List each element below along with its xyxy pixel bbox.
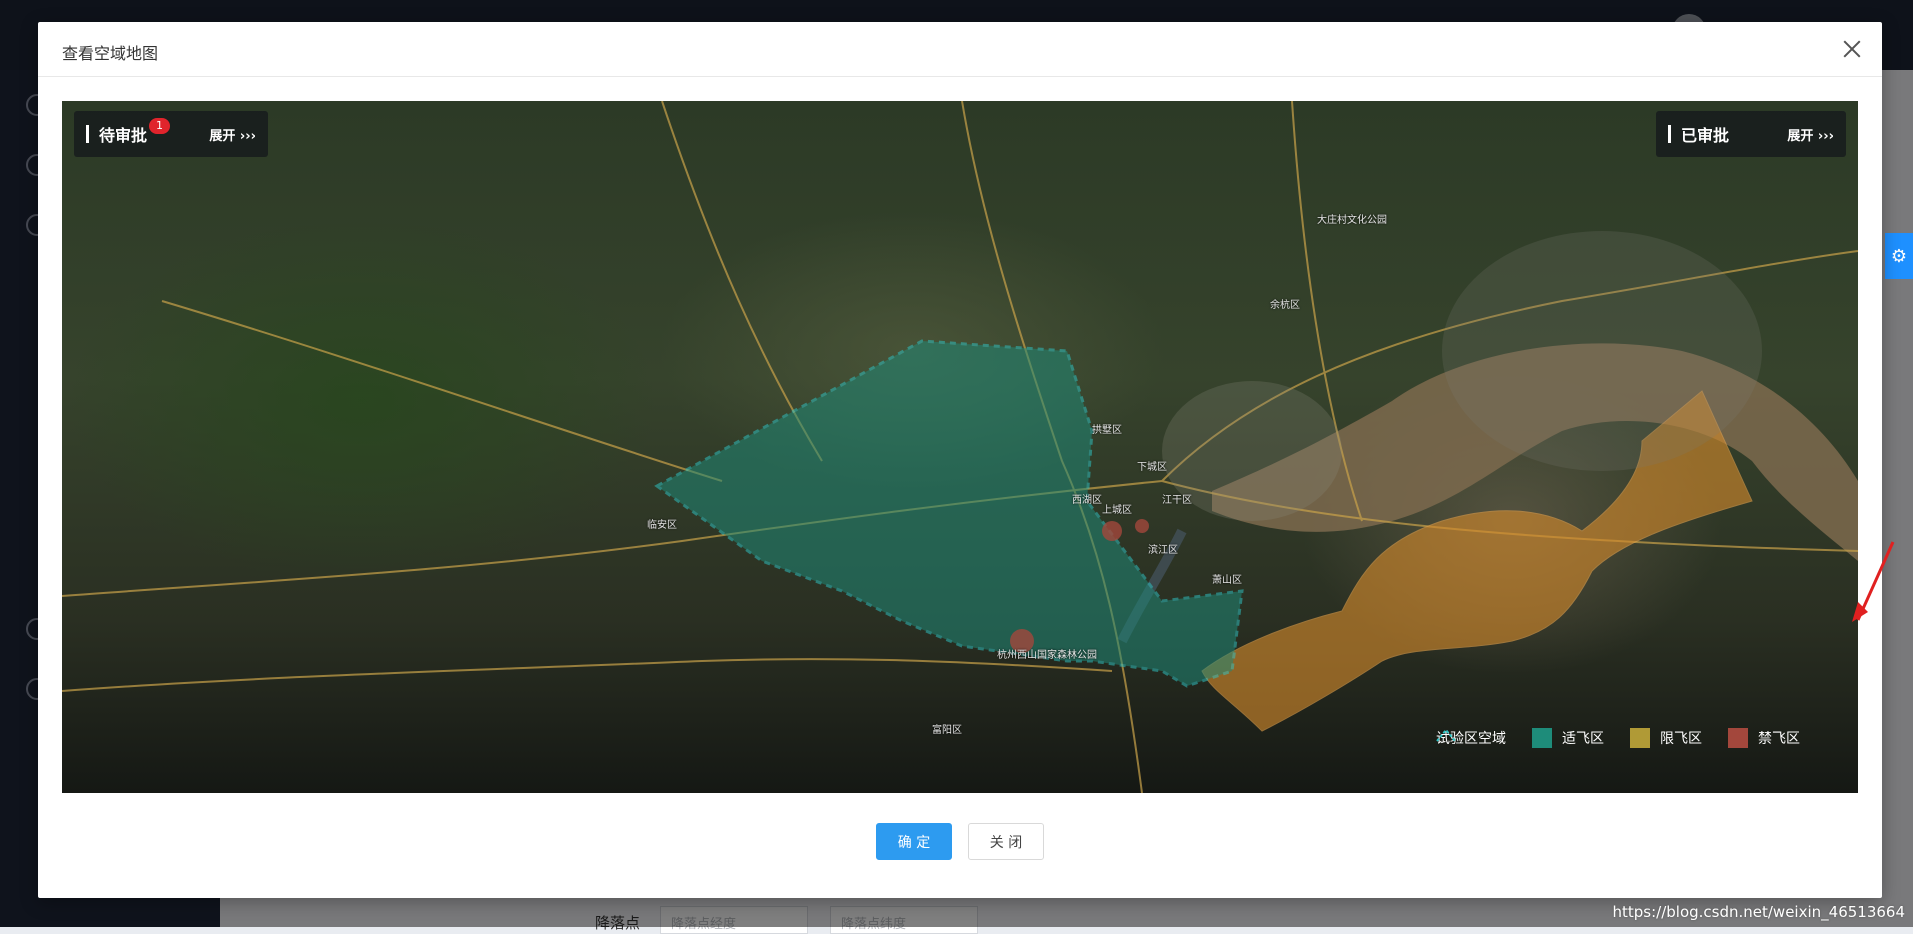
no-fly-zone [1102,521,1122,541]
pending-expand-button[interactable]: 展开 ››› [209,125,256,144]
urban-area [1442,231,1762,471]
map-place-label: 富阳区 [932,725,962,736]
map-legend: 试验区空域 适飞区 限飞区 禁飞区 [1436,728,1800,748]
map-place-label: 杭州西山国家森林公园 [997,650,1097,661]
airspace-map[interactable]: 余杭区 拱墅区 下城区 西湖区 上城区 江干区 滨江区 萧山区 富阳区 临安区 … [62,101,1858,793]
legend-label: 禁飞区 [1758,731,1800,747]
close-button[interactable]: 关 闭 [968,823,1044,860]
dialog-title: 查看空域地图 [62,44,159,63]
legend-swatch [1728,728,1748,748]
legend-swatch [1532,728,1552,748]
legend-label: 适飞区 [1562,731,1604,747]
map-layer [62,101,1858,793]
no-fly-zone [1135,519,1149,533]
map-place-label: 江干区 [1162,495,1192,506]
settings-gear-icon[interactable]: ⚙ [1885,233,1913,279]
confirm-button[interactable]: 确 定 [876,823,952,860]
legend-label: 限飞区 [1660,731,1702,747]
map-place-label: 临安区 [647,520,677,531]
dashed-zone-icon [1436,728,1456,742]
approved-expand-button[interactable]: 展开 ››› [1787,125,1834,144]
watermark: https://blog.csdn.net/weixin_46513664 [1612,903,1905,921]
panel-accent-bar [86,125,89,143]
pending-count-badge: 1 [149,118,171,134]
close-icon[interactable] [1840,37,1864,61]
legend-no-fly: 禁飞区 [1728,728,1800,748]
approved-title: 已审批 [1681,126,1730,145]
map-place-label: 西湖区 [1072,495,1102,506]
approved-panel: 已审批 展开 ››› [1656,111,1846,157]
legend-test-airspace: 试验区空域 [1436,728,1506,748]
dialog-header: 查看空域地图 [38,22,1882,77]
legend-allowed: 适飞区 [1532,728,1604,748]
legend-restricted: 限飞区 [1630,728,1702,748]
map-place-label: 拱墅区 [1092,425,1122,436]
test-airspace-zone [654,339,1244,688]
map-place-label: 上城区 [1102,505,1132,516]
dialog-footer: 确 定 关 闭 [38,823,1882,863]
airspace-map-dialog: 查看空域地图 余杭区 拱墅区 下城区 西湖区 上城区 江干区 滨江区 萧山区 富… [38,22,1882,898]
map-place-label: 萧山区 [1212,575,1242,586]
map-place-label: 滨江区 [1148,545,1178,556]
pending-approval-panel: 待审批 1 展开 ››› [74,111,268,157]
pending-title: 待审批 [99,126,148,145]
map-place-label: 大庄村文化公园 [1317,215,1387,226]
red-arrow-annotation [1852,541,1895,622]
legend-swatch [1630,728,1650,748]
map-place-label: 余杭区 [1270,300,1300,311]
panel-accent-bar [1668,125,1671,143]
map-place-label: 下城区 [1137,462,1167,473]
